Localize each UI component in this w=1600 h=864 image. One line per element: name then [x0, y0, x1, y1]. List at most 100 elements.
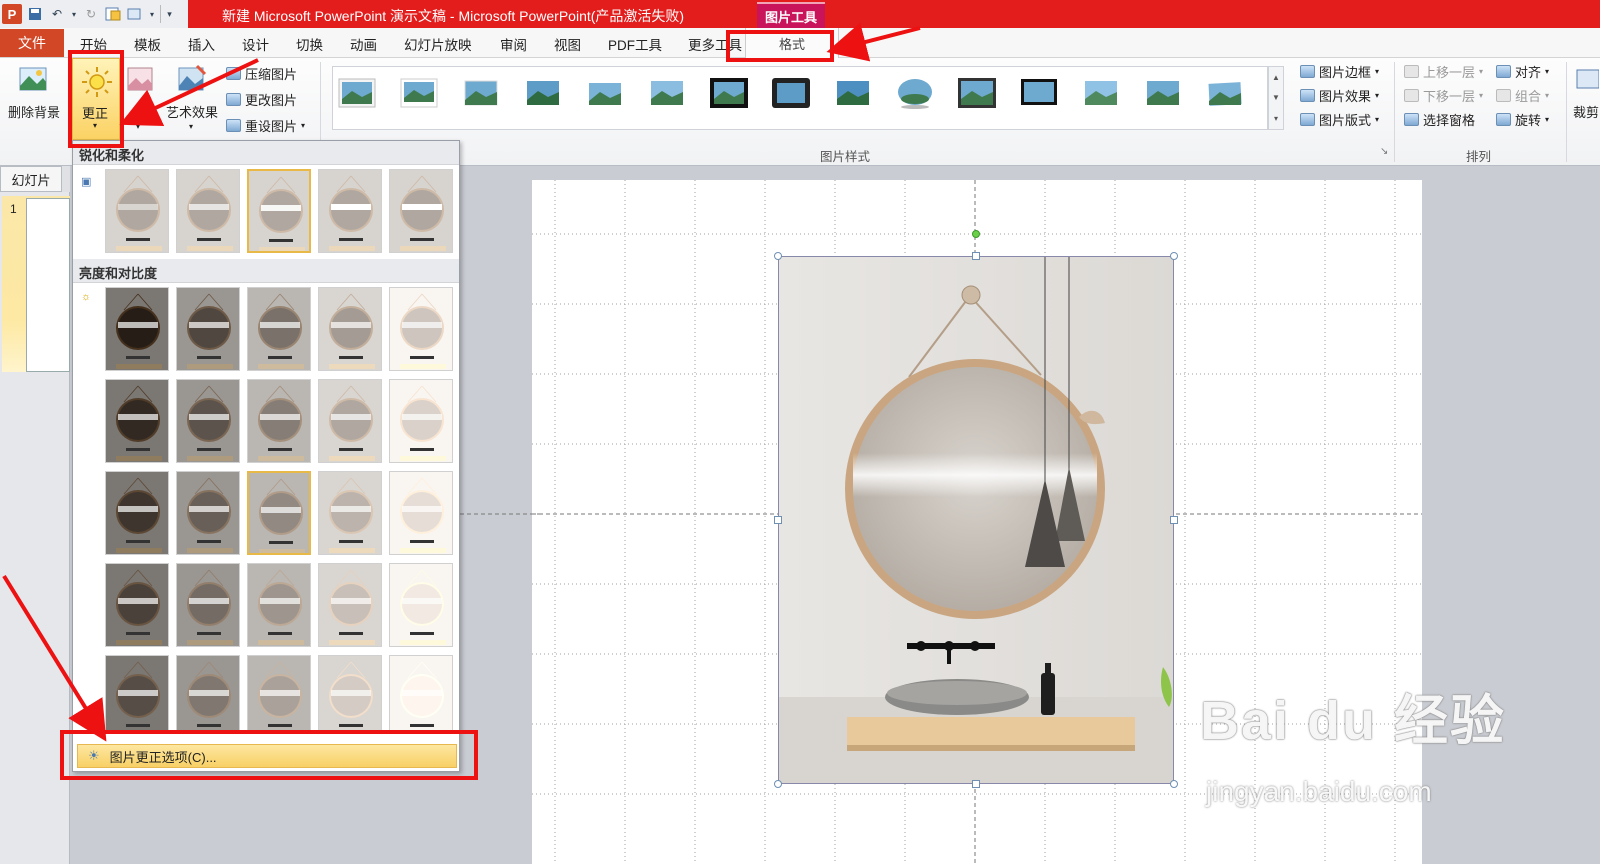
resize-handle[interactable]: [774, 516, 782, 524]
picture-style-thumb[interactable]: [1143, 77, 1183, 109]
change-picture-button[interactable]: 更改图片: [226, 90, 297, 109]
brightness-contrast-preset-thumb[interactable]: [318, 655, 382, 733]
selected-picture[interactable]: [778, 256, 1174, 784]
dropdown-arrow-icon[interactable]: ▾: [148, 5, 156, 23]
picture-style-thumb[interactable]: [957, 77, 997, 109]
picture-style-thumb[interactable]: [585, 77, 625, 109]
slide-thumbnail[interactable]: [26, 198, 70, 372]
artistic-effects-button[interactable]: 艺术效果: [164, 62, 220, 121]
compress-pictures-button[interactable]: 压缩图片: [226, 64, 297, 83]
resize-handle[interactable]: [972, 780, 980, 788]
gallery-more-icon[interactable]: ▾: [1274, 114, 1278, 123]
dialog-launcher-icon[interactable]: ↘: [1380, 146, 1388, 157]
tab-slides[interactable]: 幻灯片: [0, 166, 62, 192]
picture-corrections-options-button[interactable]: ☀ 图片更正选项(C)...: [77, 744, 457, 768]
picture-style-thumb[interactable]: [399, 77, 439, 109]
brightness-contrast-preset-thumb[interactable]: [105, 287, 169, 371]
reset-picture-button[interactable]: 重设图片 ▾: [226, 116, 305, 135]
brightness-contrast-preset-thumb[interactable]: [247, 563, 311, 647]
scroll-up-icon[interactable]: ▲: [1272, 73, 1280, 82]
send-backward-button[interactable]: 下移一层 ▾: [1404, 86, 1483, 105]
brightness-contrast-preset-thumb[interactable]: [247, 287, 311, 371]
tab-slideshow[interactable]: 幻灯片放映: [404, 34, 472, 54]
brightness-contrast-preset-thumb[interactable]: [105, 655, 169, 733]
picture-layout-button[interactable]: 图片版式 ▾: [1300, 110, 1379, 129]
tab-pdf-tools[interactable]: PDF工具: [608, 34, 662, 54]
brightness-contrast-preset-thumb[interactable]: [176, 655, 240, 733]
brightness-contrast-preset-thumb[interactable]: [176, 471, 240, 555]
corrections-button[interactable]: 更正 ▾: [72, 58, 120, 140]
sharpen-preset-thumb[interactable]: [105, 169, 169, 253]
brightness-contrast-preset-thumb[interactable]: [318, 379, 382, 463]
crop-button[interactable]: 裁剪: [1572, 62, 1600, 121]
gallery-scroll[interactable]: ▲ ▼ ▾: [1268, 66, 1284, 130]
picture-style-thumb[interactable]: [1081, 77, 1121, 109]
picture-style-thumb[interactable]: [647, 77, 687, 109]
tab-review[interactable]: 审阅: [500, 34, 527, 54]
tab-format[interactable]: 格式: [745, 28, 839, 58]
brightness-contrast-preset-thumb[interactable]: [389, 471, 453, 555]
brightness-contrast-preset-thumb[interactable]: [105, 471, 169, 555]
selection-pane-button[interactable]: 选择窗格: [1404, 110, 1475, 129]
sharpen-preset-thumb[interactable]: [247, 169, 311, 253]
save-icon[interactable]: [26, 5, 44, 23]
align-button[interactable]: 对齐 ▾: [1496, 62, 1549, 81]
tab-home[interactable]: 开始: [80, 34, 107, 54]
brightness-contrast-preset-thumb[interactable]: [247, 379, 311, 463]
powerpoint-logo[interactable]: P: [2, 4, 22, 24]
picture-style-thumb[interactable]: [1019, 77, 1059, 109]
undo-icon[interactable]: ↶: [48, 5, 66, 23]
brightness-contrast-preset-thumb[interactable]: [105, 563, 169, 647]
brightness-contrast-preset-thumb[interactable]: [318, 471, 382, 555]
rotate-handle[interactable]: [972, 230, 980, 238]
brightness-contrast-preset-thumb[interactable]: [318, 563, 382, 647]
picture-style-thumb[interactable]: [1205, 77, 1245, 109]
bring-forward-button[interactable]: 上移一层 ▾: [1404, 62, 1483, 81]
rotate-button[interactable]: 旋转 ▾: [1496, 110, 1549, 129]
sharpen-preset-thumb[interactable]: [176, 169, 240, 253]
tab-file[interactable]: 文件: [0, 29, 64, 57]
tab-animations[interactable]: 动画: [350, 34, 377, 54]
picture-style-thumb[interactable]: [833, 77, 873, 109]
remove-background-button[interactable]: 删除背景: [4, 62, 64, 121]
brightness-contrast-preset-thumb[interactable]: [247, 471, 311, 555]
resize-handle[interactable]: [972, 252, 980, 260]
brightness-contrast-preset-thumb[interactable]: [247, 655, 311, 733]
sharpen-preset-thumb[interactable]: [318, 169, 382, 253]
brightness-contrast-preset-thumb[interactable]: [176, 563, 240, 647]
tab-insert[interactable]: 插入: [188, 34, 215, 54]
resize-handle[interactable]: [774, 252, 782, 260]
new-slide-icon[interactable]: [104, 5, 122, 23]
brightness-contrast-preset-thumb[interactable]: [176, 287, 240, 371]
dropdown-arrow-icon[interactable]: ▾: [70, 5, 78, 23]
layout-icon[interactable]: [126, 5, 144, 23]
picture-border-button[interactable]: 图片边框 ▾: [1300, 62, 1379, 81]
brightness-contrast-preset-thumb[interactable]: [389, 287, 453, 371]
picture-style-thumb[interactable]: [461, 77, 501, 109]
brightness-contrast-preset-thumb[interactable]: [389, 563, 453, 647]
picture-style-thumb[interactable]: [895, 77, 935, 109]
brightness-contrast-preset-thumb[interactable]: [105, 379, 169, 463]
sharpen-preset-thumb[interactable]: [389, 169, 453, 253]
brightness-contrast-preset-thumb[interactable]: [318, 287, 382, 371]
redo-icon[interactable]: ↻: [82, 5, 100, 23]
resize-handle[interactable]: [774, 780, 782, 788]
resize-handle[interactable]: [1170, 780, 1178, 788]
scroll-down-icon[interactable]: ▼: [1272, 93, 1280, 102]
brightness-contrast-preset-thumb[interactable]: [176, 379, 240, 463]
tab-transitions[interactable]: 切换: [296, 34, 323, 54]
resize-handle[interactable]: [1170, 252, 1178, 260]
picture-style-thumb[interactable]: [337, 77, 377, 109]
picture-effects-button[interactable]: 图片效果 ▾: [1300, 86, 1379, 105]
picture-style-thumb[interactable]: [709, 77, 749, 109]
tab-view[interactable]: 视图: [554, 34, 581, 54]
resize-handle[interactable]: [1170, 516, 1178, 524]
brightness-contrast-preset-thumb[interactable]: [389, 379, 453, 463]
picture-style-thumb[interactable]: [523, 77, 563, 109]
brightness-contrast-preset-thumb[interactable]: [389, 655, 453, 733]
tab-design[interactable]: 设计: [242, 34, 269, 54]
tab-template[interactable]: 模板: [134, 34, 161, 54]
color-button[interactable]: 颜: [124, 62, 158, 121]
tab-more-tools[interactable]: 更多工具: [688, 34, 742, 54]
group-button[interactable]: 组合 ▾: [1496, 86, 1549, 105]
